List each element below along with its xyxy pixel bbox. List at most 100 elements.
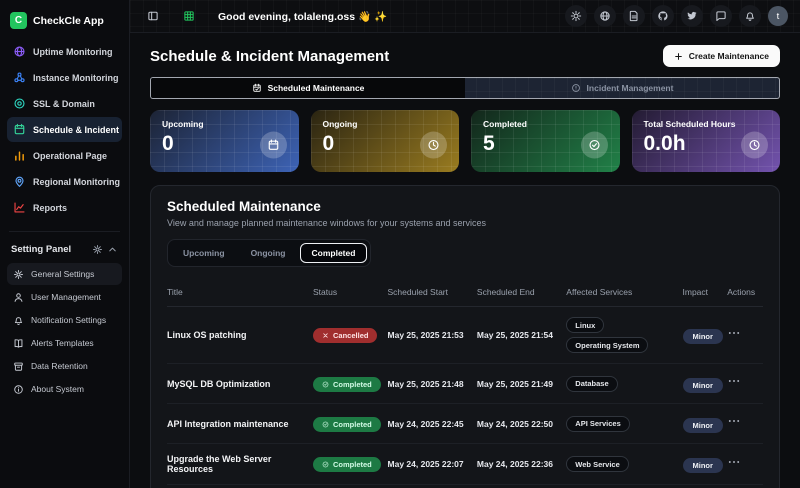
column-header-impact: Impact <box>683 280 728 306</box>
table-header-row: TitleStatusScheduled StartScheduled EndA… <box>167 280 763 307</box>
calendar-check-icon <box>252 83 262 93</box>
ssl-disc-icon <box>13 97 26 110</box>
greeting-text: Good evening, tolaleng.oss 👋 ✨ <box>218 10 387 23</box>
topbar-right: t <box>565 5 788 27</box>
bell-icon <box>744 10 756 22</box>
filter-completed[interactable]: Completed <box>300 243 368 263</box>
service-tags: LinuxOperating System <box>566 317 682 353</box>
cell-affected-services: API Services <box>566 406 682 442</box>
settings-item-user-management[interactable]: User Management <box>7 286 122 308</box>
panel-title: Scheduled Maintenance <box>167 199 763 214</box>
status-label: Completed <box>333 420 372 429</box>
setting-panel-icons <box>92 244 118 255</box>
sidebar-item-reports[interactable]: Reports <box>7 195 122 220</box>
bell-button[interactable] <box>739 5 761 27</box>
sidebar-item-label: Operational Page <box>33 151 107 161</box>
language-globe-button[interactable] <box>594 5 616 27</box>
impact-badge: Minor <box>683 329 723 344</box>
stat-icon-badge <box>581 132 608 159</box>
status-label: Completed <box>333 460 372 469</box>
sidebar-item-label: Reports <box>33 203 67 213</box>
settings-item-about-system[interactable]: About System <box>7 378 122 400</box>
user-icon <box>13 292 24 303</box>
setting-panel-header[interactable]: Setting Panel <box>7 242 122 263</box>
sidebar-settings-nav: General Settings User Management Notificat… <box>7 263 122 401</box>
main-tabs: Scheduled Maintenance Incident Management <box>150 77 780 99</box>
column-header-title: Title <box>167 280 313 306</box>
line-chart-icon <box>13 201 26 214</box>
settings-item-general-settings[interactable]: General Settings <box>7 263 122 285</box>
cell-scheduled-end: May 25, 2025 21:54 <box>477 320 566 350</box>
status-badge: Cancelled <box>313 328 377 343</box>
cell-title: Linux OS patching <box>167 320 313 350</box>
stat-card-completed: Completed5 <box>471 110 620 172</box>
maintenance-table: TitleStatusScheduled StartScheduled EndA… <box>167 280 763 488</box>
tab-label: Incident Management <box>587 83 674 93</box>
sidebar-item-ssl-domain[interactable]: SSL & Domain <box>7 91 122 116</box>
grid-button[interactable] <box>178 5 200 27</box>
status-label: Completed <box>333 380 372 389</box>
status-badge: Completed <box>313 377 381 392</box>
service-tag: Database <box>566 376 617 392</box>
filter-tabs: UpcomingOngoingCompleted <box>167 239 371 267</box>
document-button[interactable] <box>623 5 645 27</box>
sidebar-item-regional-monitoring[interactable]: Regional Monitoring <box>7 169 122 194</box>
gear-icon <box>13 269 24 280</box>
table-row: Upgrade the Web Server ResourcesComplete… <box>167 444 763 485</box>
cell-scheduled-end: May 25, 2025 21:49 <box>477 369 566 399</box>
stat-cards: Upcoming0Ongoing0Completed5Total Schedul… <box>150 110 780 172</box>
settings-item-notification-settings[interactable]: Notification Settings <box>7 309 122 331</box>
sun-icon <box>570 10 582 22</box>
bell-icon <box>13 315 24 326</box>
service-tag: API Services <box>566 416 629 432</box>
twitter-button[interactable] <box>681 5 703 27</box>
x-icon <box>322 332 329 339</box>
sun-button[interactable] <box>565 5 587 27</box>
panel-toggle-button[interactable] <box>142 5 164 27</box>
settings-item-label: Alerts Templates <box>31 338 94 348</box>
app-logo: C CheckCle App <box>7 8 122 39</box>
row-actions-button[interactable] <box>727 414 741 428</box>
app-logo-icon: C <box>10 12 27 29</box>
cell-status: Completed <box>313 365 388 403</box>
cell-title: API Integration maintenance <box>167 409 313 439</box>
sidebar-divider <box>9 231 120 232</box>
sidebar-item-instance-monitoring[interactable]: Instance Monitoring <box>7 65 122 90</box>
cell-status: Completed <box>313 405 388 443</box>
service-tags: API Services <box>566 416 682 432</box>
panel-subtitle: View and manage planned maintenance wind… <box>167 218 763 228</box>
impact-badge: Minor <box>683 458 723 473</box>
tab-incident-management[interactable]: Incident Management <box>465 78 779 98</box>
tab-scheduled-maintenance[interactable]: Scheduled Maintenance <box>151 78 465 98</box>
avatar[interactable]: t <box>768 6 788 26</box>
filter-ongoing[interactable]: Ongoing <box>239 243 298 263</box>
page-title: Schedule & Incident Management <box>150 48 389 65</box>
status-badge: Completed <box>313 457 381 472</box>
chat-button[interactable] <box>710 5 732 27</box>
setting-panel-label: Setting Panel <box>11 244 71 255</box>
cell-scheduled-end: May 24, 2025 22:36 <box>477 449 566 479</box>
settings-item-data-retention[interactable]: Data Retention <box>7 355 122 377</box>
chat-icon <box>715 10 727 22</box>
sidebar-item-operational-page[interactable]: Operational Page <box>7 143 122 168</box>
row-actions-button[interactable] <box>727 374 741 388</box>
main-content: Schedule & Incident Management Create Ma… <box>130 33 800 488</box>
topbar-left-icons <box>142 5 200 27</box>
row-actions-button[interactable] <box>727 326 741 340</box>
cell-impact: Minor <box>683 316 728 354</box>
github-button[interactable] <box>652 5 674 27</box>
table-row: Linux OS patchingCancelled May 25, 2025 2… <box>167 307 763 364</box>
alert-circle-icon <box>571 83 581 93</box>
settings-item-label: User Management <box>31 292 101 302</box>
check-icon <box>322 381 329 388</box>
create-maintenance-label: Create Maintenance <box>689 51 769 61</box>
create-maintenance-button[interactable]: Create Maintenance <box>663 45 780 67</box>
settings-item-alerts-templates[interactable]: Alerts Templates <box>7 332 122 354</box>
column-header-scheduled-end: Scheduled End <box>477 280 566 306</box>
column-header-actions: Actions <box>727 280 763 306</box>
sidebar-item-schedule-incident[interactable]: Schedule & Incident <box>7 117 122 142</box>
filter-upcoming[interactable]: Upcoming <box>171 243 237 263</box>
sidebar-item-uptime-monitoring[interactable]: Uptime Monitoring <box>7 39 122 64</box>
row-actions-button[interactable] <box>727 455 741 469</box>
calendar-icon <box>267 139 280 152</box>
